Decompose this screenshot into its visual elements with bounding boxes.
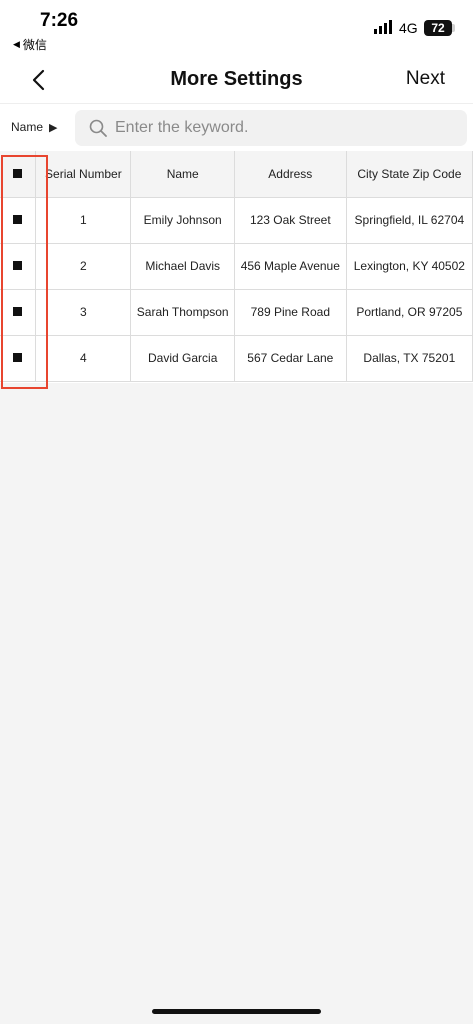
column-header-city: City State Zip Code (346, 151, 473, 198)
search-input[interactable] (115, 119, 455, 137)
table-header-row: Serial Number Name Address City State Zi… (0, 151, 473, 198)
page-title: More Settings (170, 68, 303, 90)
battery-icon: 72 (424, 20, 452, 36)
back-to-app-link[interactable]: ◀ 微信 (13, 36, 47, 53)
cell-name: Sarah Thompson (130, 289, 235, 336)
search-icon (89, 119, 107, 137)
cell-city: Dallas, TX 75201 (346, 335, 473, 382)
status-time: 7:26 (40, 10, 79, 31)
data-table-container[interactable]: Serial Number Name Address City State Zi… (0, 151, 473, 383)
cell-address: 789 Pine Road (234, 289, 347, 336)
checkbox-icon (13, 353, 23, 362)
search-box[interactable] (75, 110, 467, 146)
table-row[interactable]: 1 Emily Johnson 123 Oak Street Springfie… (0, 197, 473, 244)
cell-city: Lexington, KY 40502 (346, 243, 473, 290)
home-indicator (152, 1009, 321, 1014)
column-header-address: Address (234, 151, 347, 198)
cell-name: Michael Davis (130, 243, 235, 290)
next-button[interactable]: Next (406, 68, 445, 90)
table-row[interactable]: 2 Michael Davis 456 Maple Avenue Lexingt… (0, 243, 473, 290)
caret-right-icon: ▶ (49, 121, 58, 134)
row-checkbox[interactable] (0, 243, 37, 290)
signal-icon (374, 20, 392, 34)
row-checkbox[interactable] (0, 289, 37, 336)
cell-serial: 1 (35, 197, 132, 244)
filter-label: Name (11, 120, 44, 134)
cell-serial: 3 (35, 289, 132, 336)
checkbox-icon (13, 215, 23, 224)
checkbox-icon (13, 168, 23, 178)
cell-name: David Garcia (130, 335, 235, 382)
table-row[interactable]: 3 Sarah Thompson 789 Pine Road Portland,… (0, 289, 473, 336)
column-header-name: Name (130, 151, 235, 198)
status-bar: 7:26 ◀ 微信 4G 72 (0, 0, 473, 58)
select-all-checkbox[interactable] (0, 151, 37, 198)
column-header-serial: Serial Number (35, 151, 132, 198)
search-row: Name ▶ (0, 104, 473, 152)
table-row[interactable]: 4 David Garcia 567 Cedar Lane Dallas, TX… (0, 335, 473, 382)
checkbox-icon (13, 261, 23, 270)
row-checkbox[interactable] (0, 335, 37, 382)
cell-address: 456 Maple Avenue (234, 243, 347, 290)
cell-city: Springfield, IL 62704 (346, 197, 473, 244)
network-type: 4G (399, 20, 418, 36)
cell-address: 123 Oak Street (234, 197, 347, 244)
cell-name: Emily Johnson (130, 197, 235, 244)
filter-dropdown[interactable]: Name ▶ (11, 120, 57, 134)
cell-city: Portland, OR 97205 (346, 289, 473, 336)
back-app-label: 微信 (22, 38, 47, 52)
checkbox-icon (13, 307, 23, 316)
data-table: Serial Number Name Address City State Zi… (0, 151, 473, 382)
battery-tip (452, 24, 455, 32)
cell-serial: 2 (35, 243, 132, 290)
row-checkbox[interactable] (0, 197, 37, 244)
back-triangle-icon: ◀ (13, 39, 20, 49)
cell-serial: 4 (35, 335, 132, 382)
nav-bar: More Settings Next (0, 58, 473, 104)
cell-address: 567 Cedar Lane (234, 335, 347, 382)
